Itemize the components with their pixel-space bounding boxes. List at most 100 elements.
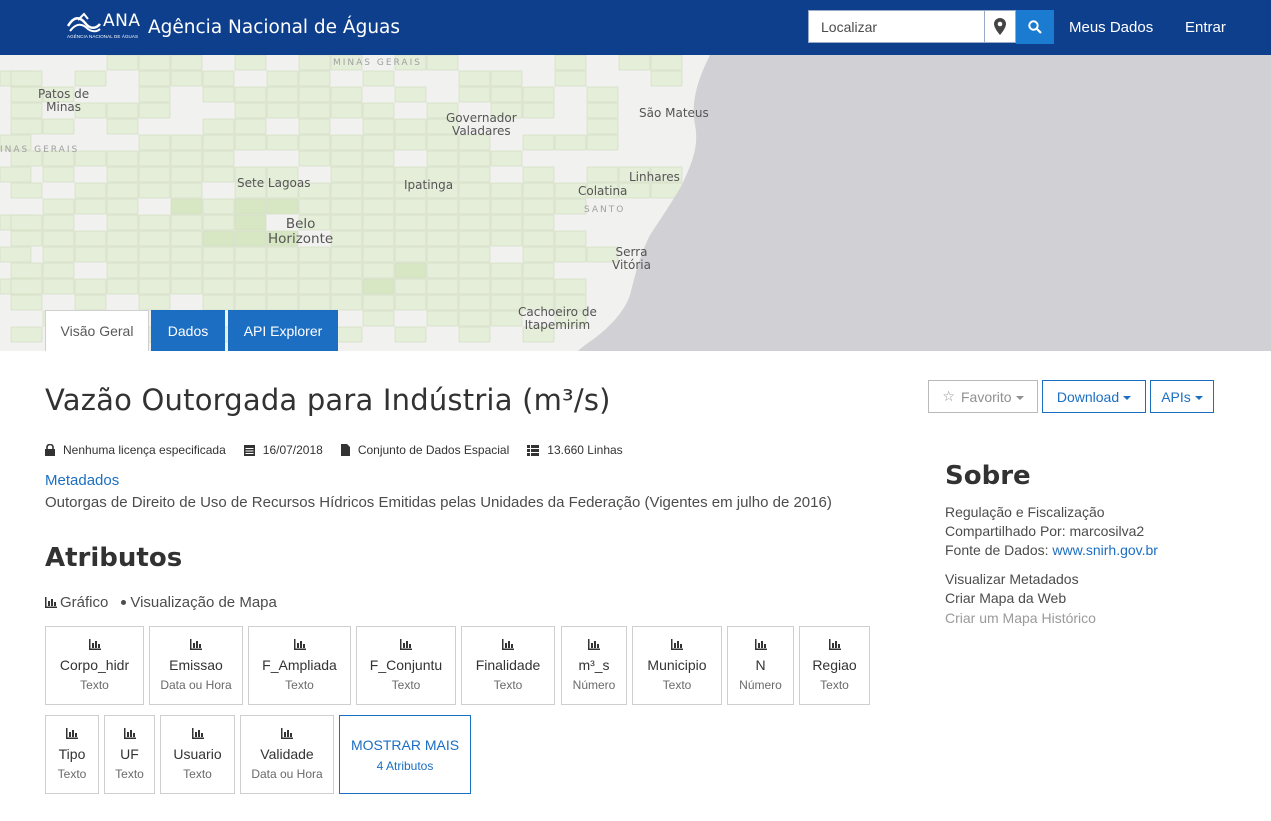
file-icon: [340, 444, 350, 456]
shared-by-label: Compartilhado Por:: [945, 523, 1066, 539]
data-source-line: Fonte de Dados: www.snirh.gov.br: [945, 542, 1158, 558]
bar-chart-icon: [671, 637, 683, 655]
map-label-state: SANTO: [584, 205, 626, 215]
ana-logo[interactable]: ANA AGÊNCIA NACIONAL DE ÁGUAS: [66, 11, 144, 42]
attribute-type: Data ou Hora: [251, 767, 323, 781]
map-pin-icon: [994, 18, 1006, 35]
category-link[interactable]: Regulação e Fiscalização: [945, 504, 1105, 520]
create-history-map-link: Criar um Mapa Histórico: [945, 610, 1096, 626]
data-source-link[interactable]: www.snirh.gov.br: [1052, 542, 1158, 558]
view-metadata-link[interactable]: Visualizar Metadados: [945, 571, 1079, 587]
search-icon: [1028, 20, 1042, 34]
attribute-card-regiao[interactable]: Regiao Texto: [799, 626, 870, 705]
chevron-down-icon: [1123, 395, 1132, 400]
bar-chart-icon: [400, 637, 412, 655]
download-button[interactable]: Download: [1042, 380, 1146, 413]
page-title: Vazão Outorgada para Indústria (m³/s): [45, 383, 611, 417]
apis-label: APIs: [1161, 388, 1191, 405]
map-canvas: [0, 55, 1271, 351]
tab-dados[interactable]: Dados: [151, 310, 225, 351]
about-heading: Sobre: [945, 461, 1031, 491]
bar-chart-icon: [191, 726, 204, 744]
attribute-name: Finalidade: [475, 657, 541, 673]
attribute-name: N: [755, 657, 766, 673]
site-title[interactable]: Agência Nacional de Águas: [148, 17, 400, 38]
attribute-card-uf[interactable]: UF Texto: [104, 715, 155, 794]
bar-chart-icon: [828, 637, 841, 655]
favorite-label: Favorito: [960, 388, 1012, 405]
show-more-attributes-button[interactable]: MOSTRAR MAIS 4 Atributos: [339, 715, 471, 794]
rows-text: 13.660 Linhas: [547, 443, 623, 457]
chevron-down-icon: [1194, 395, 1203, 400]
map-label-state: MINAS GERAIS: [333, 58, 422, 68]
attribute-card-m3-s[interactable]: m³_s Número: [561, 626, 627, 705]
apis-button[interactable]: APIs: [1150, 380, 1214, 413]
map-label-city: Patos de Minas: [38, 87, 90, 114]
attribute-card-f-ampliada[interactable]: F_Ampliada Texto: [248, 626, 351, 705]
tab-visao-geral[interactable]: Visão Geral: [45, 310, 149, 351]
metadata-link[interactable]: Metadados: [45, 472, 119, 489]
attribute-name: Usuario: [173, 746, 222, 762]
bar-chart-icon: [293, 637, 306, 655]
bar-chart-icon: [190, 637, 202, 655]
attribute-card-emissao[interactable]: Emissao Data ou Hora: [149, 626, 243, 705]
attribute-card-tipo[interactable]: Tipo Texto: [45, 715, 99, 794]
attribute-type: Número: [739, 678, 782, 692]
map-preview[interactable]: MINAS GERAIS Patos de Minas INAS GERAIS …: [0, 55, 1271, 351]
attribute-name: Corpo_hidr: [59, 657, 130, 673]
map-label-state: INAS GERAIS: [0, 145, 80, 155]
attribute-card-usuario[interactable]: Usuario Texto: [160, 715, 235, 794]
attribute-name: F_Ampliada: [262, 657, 337, 673]
date-text: 16/07/2018: [262, 443, 323, 457]
search-input[interactable]: [809, 11, 984, 42]
show-more-count: 4 Atributos: [376, 759, 434, 773]
show-more-label: MOSTRAR MAIS: [350, 737, 460, 753]
attribute-name: Tipo: [58, 746, 86, 762]
tab-api-explorer[interactable]: API Explorer: [228, 310, 338, 351]
search-box: [808, 10, 1016, 43]
bar-chart-icon: [45, 597, 57, 608]
favorite-button[interactable]: ☆ Favorito: [928, 380, 1038, 413]
type-info: Conjunto de Dados Espacial: [340, 443, 509, 457]
create-web-map-link[interactable]: Criar Mapa da Web: [945, 590, 1066, 606]
attribute-type: Texto: [115, 767, 144, 781]
attribute-type: Texto: [285, 678, 314, 692]
data-source-label: Fonte de Dados:: [945, 542, 1049, 558]
download-label: Download: [1056, 388, 1120, 405]
attribute-type: Texto: [183, 767, 212, 781]
attribute-name: Emissao: [169, 657, 223, 673]
map-label-city: Linhares: [629, 170, 680, 184]
attribute-name: Validade: [260, 746, 314, 762]
attribute-name: Municipio: [647, 657, 707, 673]
attribute-card-finalidade[interactable]: Finalidade Texto: [461, 626, 555, 705]
attribute-type: Texto: [820, 678, 849, 692]
attribute-card-corpo-hidr[interactable]: Corpo_hidr Texto: [45, 626, 144, 705]
wave-logo-icon: [66, 12, 101, 33]
chevron-down-icon: [1015, 395, 1024, 400]
calendar-icon: [243, 445, 255, 456]
attribute-card-validade[interactable]: Validade Data ou Hora: [240, 715, 334, 794]
search-button[interactable]: [1016, 10, 1054, 44]
attribute-card-n[interactable]: N Número: [727, 626, 794, 705]
map-view-toggle[interactable]: Visualização de Mapa: [130, 594, 276, 611]
license-info: Nenhuma licença especificada: [45, 443, 226, 457]
nav-meus-dados[interactable]: Meus Dados: [1069, 19, 1153, 36]
map-label-city: Sete Lagoas: [237, 176, 311, 190]
map-label-city: Belo Horizonte: [268, 216, 334, 247]
map-label-city: Cachoeiro de Itapemirim: [518, 305, 597, 332]
nav-entrar[interactable]: Entrar: [1185, 19, 1226, 36]
lock-icon: [45, 444, 55, 456]
rows-info: 13.660 Linhas: [527, 443, 623, 457]
attribute-card-f-conjuntu[interactable]: F_Conjuntu Texto: [356, 626, 456, 705]
logo-text: ANA: [103, 11, 141, 31]
shared-by-line: Compartilhado Por: marcosilva2: [945, 523, 1144, 539]
chart-view-toggle[interactable]: Gráfico: [60, 594, 108, 611]
map-label-city: Colatina: [578, 184, 628, 198]
attributes-heading: Atributos: [45, 543, 183, 573]
attribute-type: Texto: [493, 678, 523, 692]
map-label-city: Governador Valadares: [446, 111, 517, 138]
attribute-card-municipio[interactable]: Municipio Texto: [632, 626, 722, 705]
shared-by-user: marcosilva2: [1069, 523, 1145, 539]
locate-button[interactable]: [984, 11, 1015, 42]
star-icon: ☆: [942, 388, 955, 404]
